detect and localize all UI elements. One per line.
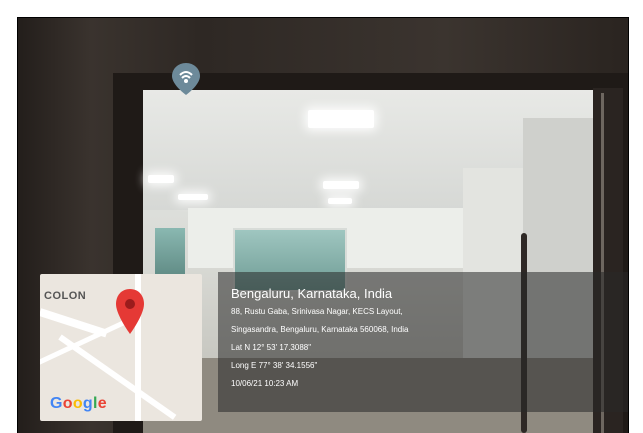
timestamp: 10/06/21 10:23 AM [231,379,299,388]
office-window [155,228,185,278]
address-line: 88, Rustu Gaba, Srinivasa Nagar, KECS La… [231,307,403,316]
ceiling-light [323,181,359,189]
place-marker-icon [172,63,200,95]
map-area-label: COLON [44,290,87,302]
map-thumbnail: COLON Google [40,274,202,421]
ceiling-light [328,198,352,204]
latitude: Lat N 12° 53' 17.3088" [231,343,312,352]
geotag-info: Bengaluru, Karnataka, India 88, Rustu Ga… [231,286,551,396]
location-pin-icon [116,289,144,334]
address-line: Singasandra, Bengaluru, Karnataka 560068… [231,325,409,334]
longitude: Long E 77° 38' 34.1556" [231,361,318,370]
location-city: Bengaluru, Karnataka, India [231,286,393,301]
ceiling-light [308,110,374,128]
ceiling-light [148,175,174,183]
google-logo: Google [50,395,107,412]
photo-frame: COLON Google Bengaluru, Karnataka, India… [17,17,629,433]
ceiling-light [178,194,208,200]
